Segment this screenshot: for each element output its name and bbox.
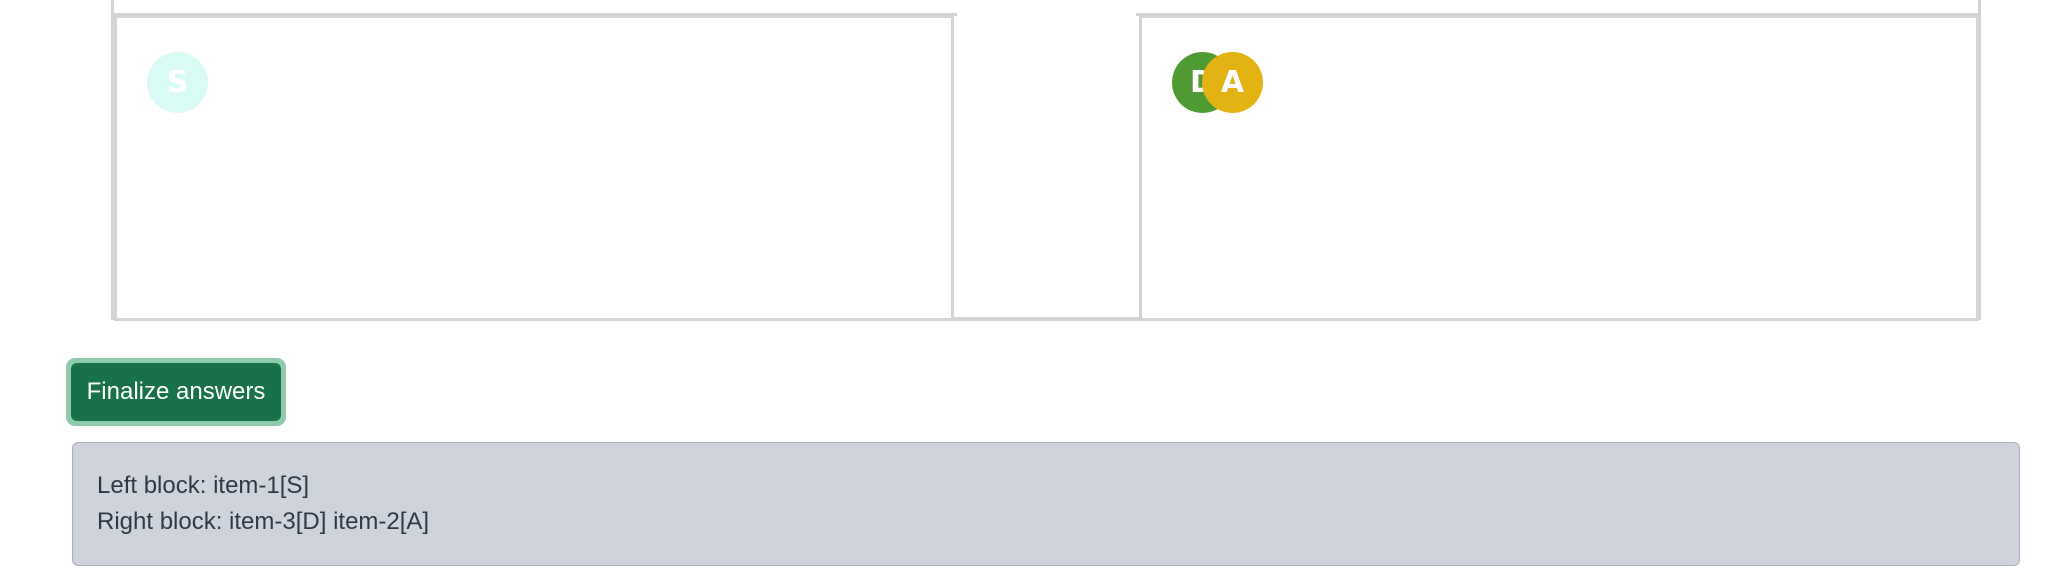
result-panel: Left block: item-1[S] Right block: item-… <box>72 442 2020 566</box>
top-strip-right <box>1136 0 1981 16</box>
drag-drop-task: S D A Finalize answers Left block: item-… <box>0 0 2063 581</box>
result-left-line: Left block: item-1[S] <box>97 472 310 499</box>
token-s[interactable]: S <box>147 52 208 113</box>
token-a[interactable]: A <box>1202 52 1263 113</box>
token-a-letter: A <box>1220 64 1245 100</box>
finalize-answers-button[interactable]: Finalize answers <box>71 363 281 421</box>
token-s-letter: S <box>166 64 189 100</box>
right-drop-block[interactable]: D A <box>1139 15 1979 321</box>
result-right-line: Right block: item-3[D] item-2[A] <box>97 508 430 535</box>
middle-divider <box>954 318 1139 321</box>
top-strip-left <box>111 0 957 16</box>
finalize-button-focus-ring: Finalize answers <box>66 358 286 426</box>
left-drop-block[interactable]: S <box>114 15 954 321</box>
